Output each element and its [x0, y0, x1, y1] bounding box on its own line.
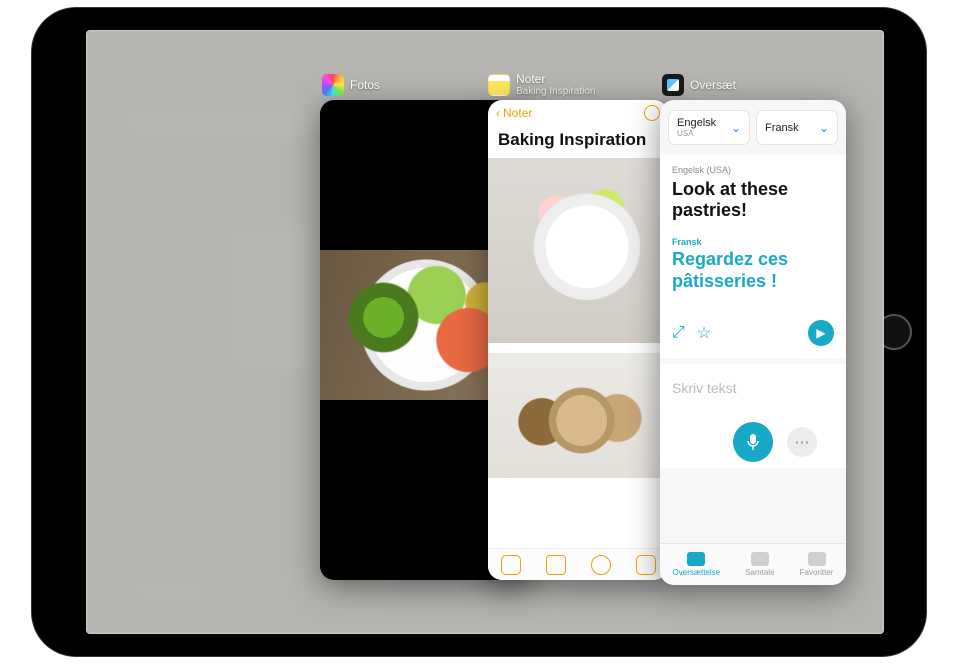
translate-card[interactable]: Engelsk USA ⌄ Fransk ⌄ Engelsk (USA) Loo… — [660, 100, 846, 585]
target-language-label: Fransk — [672, 237, 834, 247]
notes-toolbar — [488, 548, 668, 580]
notes-app-subtitle: Baking Inspiration — [516, 86, 596, 97]
notes-nav-bar: ‹ Noter — [488, 100, 668, 126]
translated-text: Regardez ces pâtisseries ! — [672, 249, 834, 291]
notes-app-label: Noter Baking Inspiration — [488, 72, 596, 97]
notes-card[interactable]: ‹ Noter Baking Inspiration — [488, 100, 668, 580]
translate-tab-icon — [687, 552, 705, 566]
translate-app-label: Oversæt — [662, 74, 736, 96]
translate-app-icon — [662, 74, 684, 96]
translate-tab-bar: Oversættelse Samtale Favoritter — [660, 543, 846, 585]
chevron-down-icon: ⌄ — [731, 121, 741, 135]
note-title: Baking Inspiration — [488, 126, 668, 158]
expand-icon[interactable]: ⤢ — [672, 324, 685, 342]
source-language-label: Engelsk (USA) — [672, 165, 834, 175]
note-photo-bread-loaves — [488, 353, 668, 478]
camera-icon[interactable] — [546, 555, 566, 575]
microphone-icon — [746, 433, 760, 451]
more-options-button[interactable]: ⋯ — [787, 427, 817, 457]
text-input-area[interactable]: Skriv tekst — [660, 364, 846, 412]
tab-favorites[interactable]: Favoritter — [800, 552, 834, 577]
favorites-tab-icon — [808, 552, 826, 566]
translate-app-name: Oversæt — [690, 78, 736, 92]
photos-app-icon — [322, 74, 344, 96]
conversation-tab-icon — [751, 552, 769, 566]
markup-icon[interactable] — [591, 555, 611, 575]
translation-panel: Engelsk (USA) Look at these pastries! Fr… — [660, 155, 846, 358]
translation-actions: ⤢ ☆ ▶ — [672, 320, 834, 346]
photos-app-label: Fotos — [322, 74, 380, 96]
target-language-select[interactable]: Fransk ⌄ — [756, 110, 838, 145]
notes-app-name: Noter Baking Inspiration — [516, 72, 596, 97]
tab-translate[interactable]: Oversættelse — [673, 552, 721, 577]
app-switcher: Fotos Noter Baking Inspiration ‹ Noter — [86, 30, 884, 634]
chevron-left-icon[interactable]: ‹ — [496, 106, 500, 120]
checklist-icon[interactable] — [501, 555, 521, 575]
play-audio-button[interactable]: ▶ — [808, 320, 834, 346]
microphone-button[interactable] — [733, 422, 773, 462]
notes-action-icon-1[interactable] — [644, 105, 660, 121]
language-selector-row: Engelsk USA ⌄ Fransk ⌄ — [660, 100, 846, 153]
source-language-select[interactable]: Engelsk USA ⌄ — [668, 110, 750, 145]
photos-app-name: Fotos — [350, 78, 380, 92]
notes-app-icon — [488, 74, 510, 96]
favorite-star-icon[interactable]: ☆ — [697, 323, 711, 343]
notes-back-button[interactable]: Noter — [503, 106, 532, 120]
screen: Fotos Noter Baking Inspiration ‹ Noter — [86, 30, 884, 634]
chevron-down-icon: ⌄ — [819, 121, 829, 135]
compose-icon[interactable] — [636, 555, 656, 575]
note-photo-pastries-plate — [488, 158, 668, 343]
mic-row: ⋯ — [660, 412, 846, 468]
tab-conversation[interactable]: Samtale — [745, 552, 774, 577]
ipad-frame: Fotos Noter Baking Inspiration ‹ Noter — [32, 8, 926, 656]
source-text: Look at these pastries! — [672, 179, 834, 221]
